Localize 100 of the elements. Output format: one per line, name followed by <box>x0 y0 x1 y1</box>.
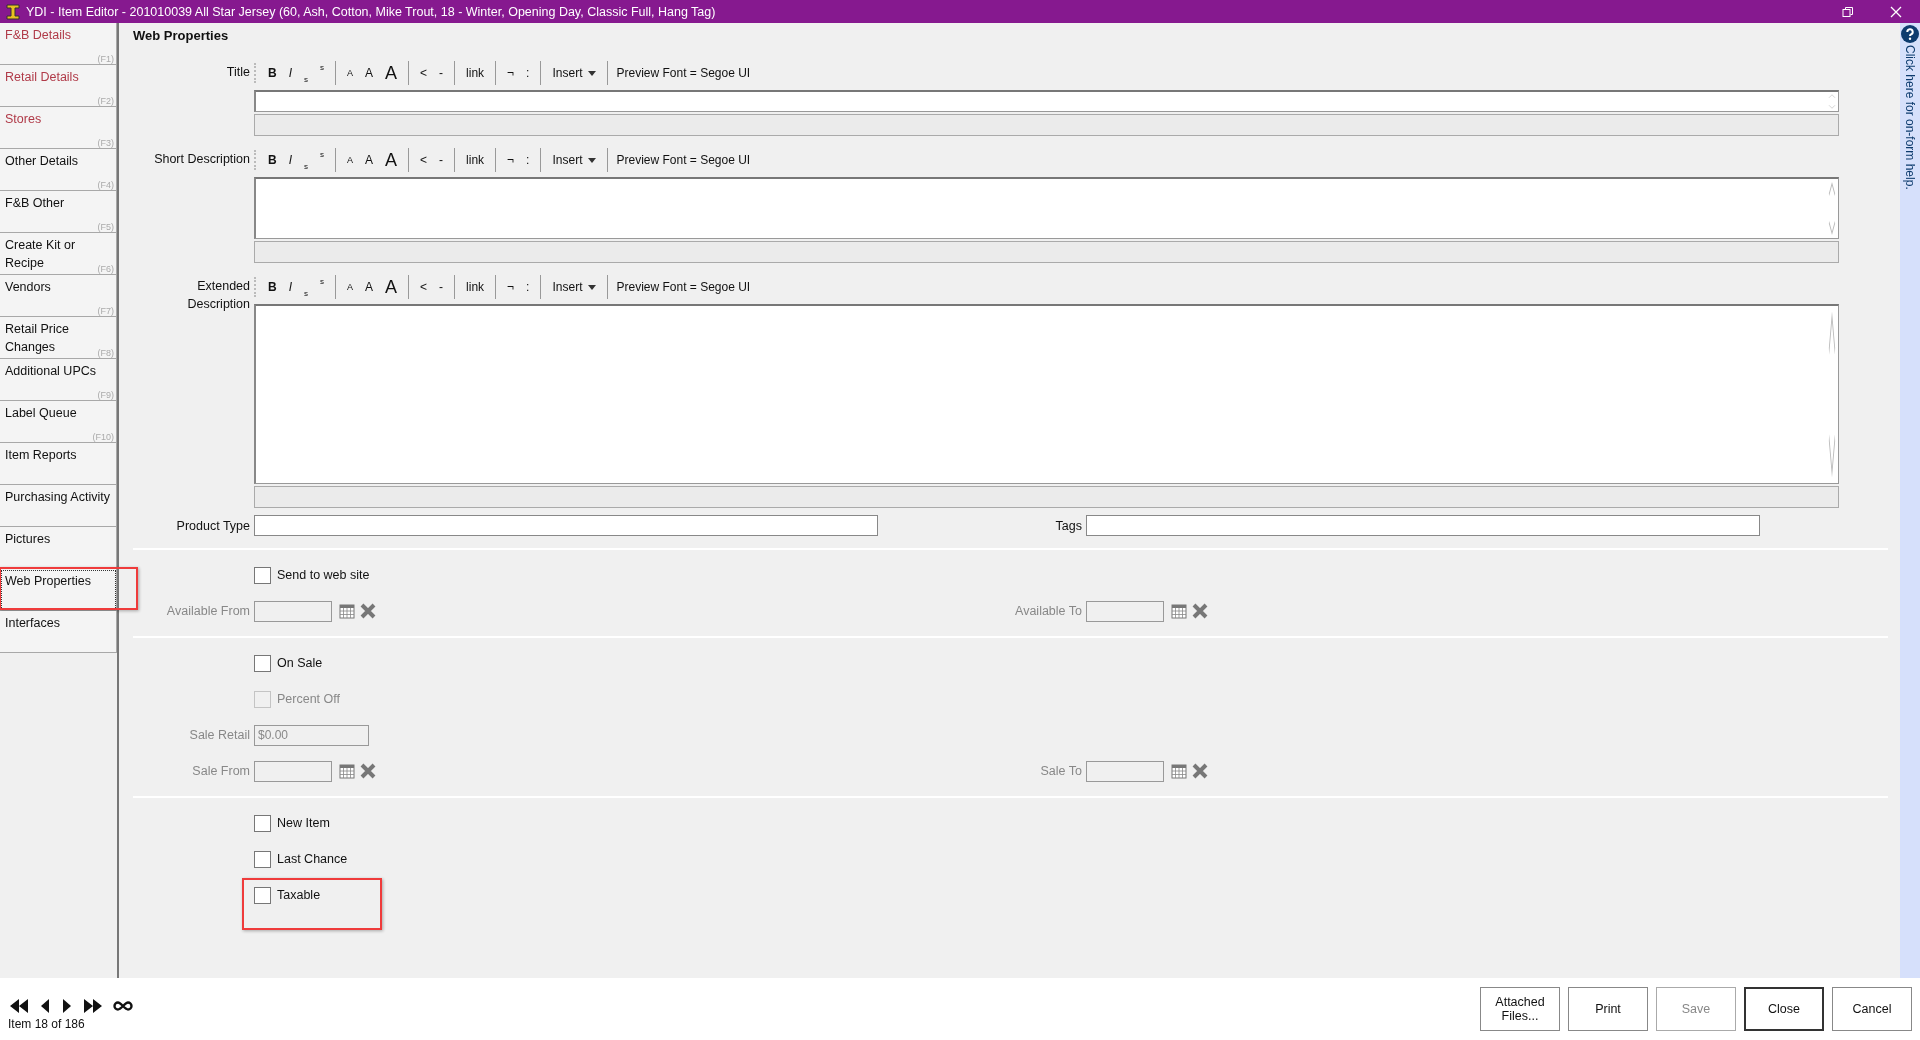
toolbar-button[interactable]: < <box>414 148 434 172</box>
toolbar-button[interactable]: A <box>379 148 404 172</box>
calendar-icon[interactable] <box>339 763 355 779</box>
first-record-icon[interactable] <box>8 997 30 1015</box>
toolbar-button[interactable]: B <box>262 61 283 85</box>
sidebar-tab[interactable]: Vendors (F7) <box>0 275 117 317</box>
checkbox[interactable] <box>254 886 271 904</box>
toolbar-button[interactable]: A <box>341 61 360 85</box>
record-position: Item 18 of 186 <box>8 1017 86 1031</box>
toolbar-button[interactable]: ¬ <box>501 275 521 299</box>
sidebar-tab[interactable]: Other Details (F4) <box>0 149 117 191</box>
toolbar-button[interactable]: I <box>282 275 298 299</box>
sidebar-tab[interactable]: Stores (F3) <box>0 107 117 149</box>
sidebar-tab[interactable]: Retail Price Changes (F8) <box>0 317 117 359</box>
toolbar-button[interactable]: s <box>314 275 330 299</box>
text-editor[interactable] <box>254 177 1839 239</box>
toolbar-button[interactable]: A <box>359 148 380 172</box>
restore-icon[interactable] <box>1842 5 1854 18</box>
clear-icon[interactable] <box>1191 762 1209 780</box>
footer-button[interactable]: Close <box>1744 987 1824 1031</box>
toolbar-button[interactable]: link <box>460 275 491 299</box>
sidebar-tab[interactable]: Web Properties <box>0 569 117 611</box>
checkbox-label: On Sale <box>277 656 323 670</box>
toolbar-button[interactable]: - <box>433 148 450 172</box>
field-label: Sale Retail <box>188 727 250 744</box>
caret-icon <box>588 157 597 163</box>
sidebar-tab[interactable]: Interfaces <box>0 611 117 653</box>
close-icon[interactable] <box>1890 5 1902 18</box>
checkbox-label: Taxable <box>277 888 321 902</box>
sidebar-tab[interactable]: F&B Other (F5) <box>0 191 117 233</box>
calendar-icon[interactable] <box>1171 603 1187 619</box>
toolbar-button[interactable]: link <box>460 61 491 85</box>
checkbox-label: Last Chance <box>277 852 348 866</box>
checkbox[interactable] <box>254 850 271 868</box>
sidebar-tab[interactable]: Purchasing Activity <box>0 485 117 527</box>
sidebar-tab[interactable]: F&B Details (F1) <box>0 23 117 65</box>
toolbar-button[interactable]: s <box>314 61 330 85</box>
toolbar-button[interactable]: A <box>359 61 380 85</box>
clear-icon[interactable] <box>359 602 377 620</box>
caret-icon <box>588 284 597 290</box>
field-label: Available To <box>1014 603 1082 620</box>
toolbar-button[interactable]: ¬ <box>501 61 521 85</box>
toolbar-button[interactable]: - <box>433 61 450 85</box>
toolbar-button[interactable]: s <box>298 275 314 299</box>
toolbar-button[interactable]: A <box>379 275 404 299</box>
shortcut-hint: (F1) <box>97 54 114 64</box>
toolbar-button[interactable]: A <box>341 275 360 299</box>
checkbox-label: Send to web site <box>277 568 370 582</box>
toolbar-button[interactable]: B <box>262 275 283 299</box>
toolbar-button[interactable]: ¬ <box>501 148 521 172</box>
tags-field[interactable] <box>1086 515 1760 536</box>
sidebar-tab[interactable]: Additional UPCs (F9) <box>0 359 117 401</box>
field-label: Extended Description <box>186 278 250 313</box>
toolbar-button[interactable]: : <box>520 275 536 299</box>
field-label: Title <box>225 64 250 81</box>
help-strip[interactable]: Click here for on-form help. <box>1900 23 1920 978</box>
checkbox[interactable] <box>254 814 271 832</box>
sidebar-tab[interactable]: Item Reports <box>0 443 117 485</box>
sidebar-tab[interactable]: Label Queue (F10) <box>0 401 117 443</box>
toolbar-button[interactable]: A <box>379 61 404 85</box>
shortcut-hint: (F7) <box>97 306 114 316</box>
footer-button[interactable]: Cancel <box>1832 987 1912 1031</box>
section-heading: Web Properties <box>133 28 230 43</box>
toolbar-button[interactable]: I <box>282 148 298 172</box>
help-link[interactable]: Click here for on-form help. <box>1903 45 1917 190</box>
field-label: Available From <box>165 603 250 620</box>
toolbar-button[interactable]: : <box>520 61 536 85</box>
sidebar-tab[interactable]: Retail Details (F2) <box>0 65 117 107</box>
insert-dropdown[interactable]: Insert <box>546 148 603 172</box>
toolbar-button[interactable]: - <box>433 275 450 299</box>
sidebar-tab[interactable]: Pictures <box>0 527 117 569</box>
checkbox[interactable] <box>254 566 271 584</box>
preview-font-text: Preview Font = Segoe UI <box>615 153 751 167</box>
text-editor[interactable] <box>254 90 1839 112</box>
footer-button[interactable]: Attached Files... <box>1480 987 1560 1031</box>
checkbox[interactable] <box>254 654 271 672</box>
sidebar-tab[interactable]: Create Kit or Recipe (F6) <box>0 233 117 275</box>
toolbar-button[interactable]: s <box>298 61 314 85</box>
clear-icon[interactable] <box>359 762 377 780</box>
toolbar-button[interactable]: A <box>359 275 380 299</box>
toolbar-button[interactable]: I <box>282 61 298 85</box>
toolbar-button[interactable]: < <box>414 275 434 299</box>
footer-button[interactable]: Print <box>1568 987 1648 1031</box>
calendar-icon[interactable] <box>1171 763 1187 779</box>
toolbar-button[interactable]: B <box>262 148 283 172</box>
toolbar-button[interactable]: s <box>298 148 314 172</box>
toolbar-button[interactable]: < <box>414 61 434 85</box>
insert-dropdown[interactable]: Insert <box>546 275 603 299</box>
toolbar-button[interactable]: s <box>314 148 330 172</box>
clear-icon[interactable] <box>1191 602 1209 620</box>
insert-dropdown[interactable]: Insert <box>546 61 603 85</box>
checkbox-label: Percent Off <box>277 692 340 706</box>
field-label: Product Type <box>175 517 250 535</box>
calendar-icon[interactable] <box>339 603 355 619</box>
shortcut-hint: (F2) <box>97 96 114 106</box>
last-record-icon[interactable] <box>82 997 104 1015</box>
toolbar-button[interactable]: A <box>341 148 360 172</box>
product-type-field[interactable] <box>254 515 878 536</box>
toolbar-button[interactable]: link <box>460 148 491 172</box>
toolbar-button[interactable]: : <box>520 148 536 172</box>
